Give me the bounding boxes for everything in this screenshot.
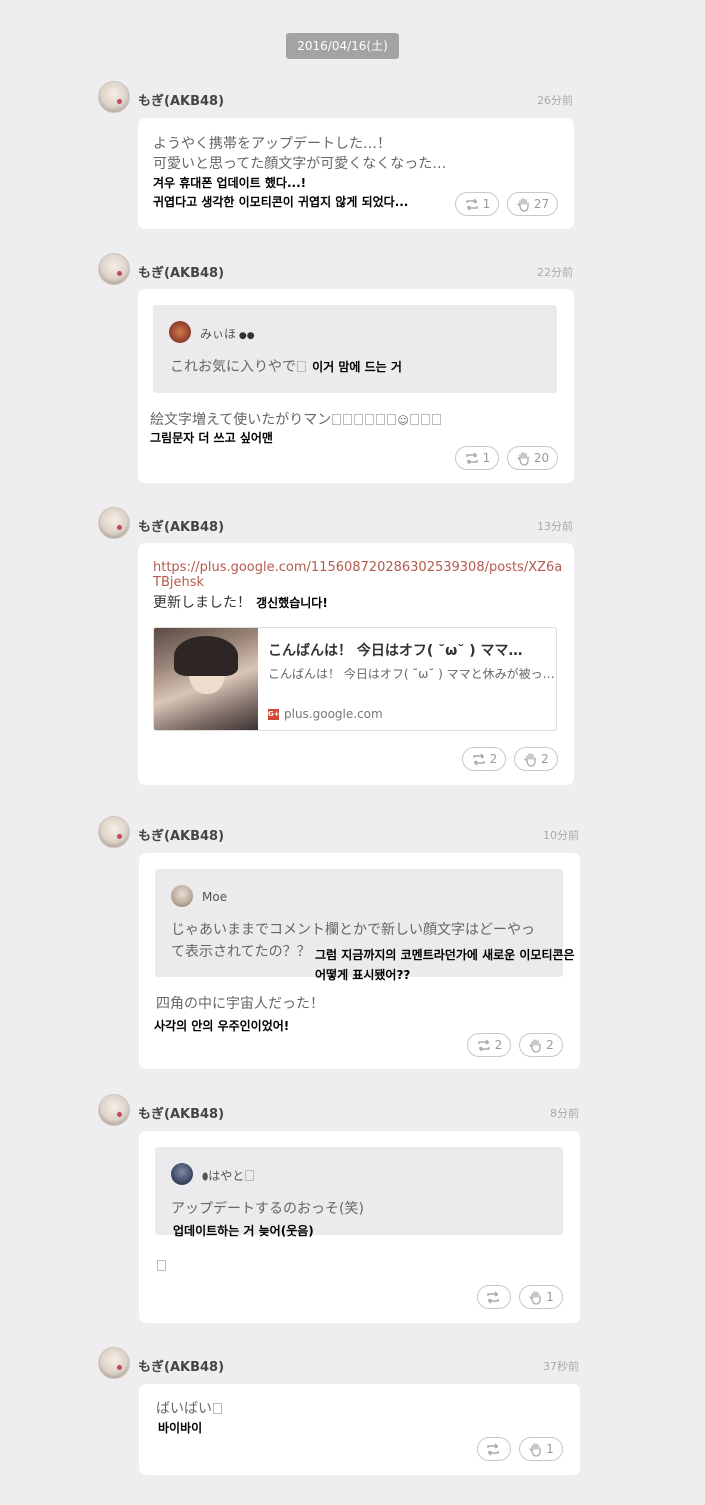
translation-kr: 사각의 안의 우주인이었어! [154,1019,290,1033]
hand-icon [529,1038,541,1053]
translation-kr: 업데이트하는 거 늦어(웃음) [173,1224,314,1238]
hand-icon [524,752,536,767]
retweet-icon [486,1443,499,1455]
missing-glyph-icon [245,1170,255,1181]
username[interactable]: もぎ(AKB48) [138,516,224,535]
post-link[interactable]: https://plus.google.com/1156087202863025… [153,560,563,590]
hand-icon [529,1442,541,1457]
retweet-icon [486,1291,499,1303]
avatar[interactable] [98,81,130,113]
avatar[interactable] [98,816,130,848]
like-button[interactable]: 2 [519,1033,563,1057]
preview-image [154,628,258,730]
timestamp: 10分前 [543,829,579,842]
quote-username[interactable]: Moe [202,890,227,904]
post-card: https://plus.google.com/1156087202863025… [138,543,574,785]
missing-glyph-icon [297,361,306,372]
post-text-jp: ばいばい [156,1401,212,1417]
like-count: 27 [533,197,550,211]
retweet-button[interactable] [477,1437,511,1461]
post-card: みぃほ ●● これお気に入りやで 이거 맘에 드는 거 絵文字増えて使いたがりマ… [138,289,574,483]
retweet-count: 1 [482,451,491,465]
username[interactable]: もぎ(AKB48) [138,1356,224,1375]
preview-description: こんばんは！ 今日はオフ( ˘ω˘ ) ママと休みが被っ… [268,667,555,681]
missing-glyph-icon [157,1260,166,1271]
translation-kr: 그림문자 더 쓰고 싶어맨 [150,431,273,445]
post-text-jp: 更新しました！ [153,595,251,611]
post-text-jp: 四角の中に宇宙人だった！ [156,996,324,1012]
username[interactable]: もぎ(AKB48) [138,1103,224,1122]
quote-avatar[interactable] [171,885,193,907]
avatar[interactable] [98,507,130,539]
retweet-icon [465,452,478,464]
timestamp: 37秒前 [543,1360,579,1373]
like-button[interactable]: 1 [519,1437,563,1461]
quote-username[interactable]: ⬮はやと [202,1167,255,1184]
quote-avatar[interactable] [171,1163,193,1185]
retweet-button[interactable]: 2 [462,747,506,771]
quote-text-jp: アップデートするのおっそ(笑) [171,1201,364,1217]
timestamp: 22分前 [537,266,573,279]
avatar[interactable] [98,253,130,285]
date-separator: 2016/04/16(土) [286,33,399,59]
hand-icon [517,197,529,212]
avatar[interactable] [98,1347,130,1379]
like-count: 20 [533,451,550,465]
translation-kr: 바이바이 [158,1421,203,1435]
post-card: ⬮はやと アップデートするのおっそ(笑) 업데이트하는 거 늦어(웃음) 1 [139,1131,580,1323]
hand-icon [517,451,529,466]
like-button[interactable]: 1 [519,1285,563,1309]
eyes-emoji-icon: ●● [236,331,255,341]
hand-icon [529,1290,541,1305]
quote-text-jp: て表示されてたの？？ [171,944,311,960]
post-text-jp: 可愛いと思ってた顔文字が可愛くなくなった… [153,156,447,172]
preview-title: こんばんは！ 今日はオフ( ˘ω˘ ) ママ… [268,643,523,659]
google-plus-icon: G+ [268,709,280,720]
post-card: Moe じゃあいままでコメント欄とかで新しい顔文字はどーやっ て表示されてたの？… [139,853,580,1069]
retweet-button[interactable] [477,1285,511,1309]
like-button[interactable]: 2 [514,747,558,771]
preview-domain: plus.google.com [284,707,383,721]
quoted-comment: みぃほ ●● これお気に入りやで 이거 맘에 드는 거 [153,305,557,393]
emoji-glyphs: ☺ [331,409,441,428]
post-text-jp: 絵文字増えて使いたがりマン [150,412,332,428]
translation-kr: 귀엽다고 생각한 이모티콘이 귀엽지 않게 되었다... [153,195,409,209]
translation-kr: 그럼 지금까지의 코멘트라던가에 새로운 이모티콘은 [315,948,575,962]
username[interactable]: もぎ(AKB48) [138,262,224,281]
retweet-icon [472,753,485,765]
post-text-jp: ようやく携帯をアップデートした…！ [153,136,391,152]
translation-kr: 겨우 휴대폰 업데이트 했다...! [153,176,307,190]
translation-kr: 갱신했습니다! [256,596,328,610]
like-count: 1 [546,1290,554,1304]
retweet-button[interactable]: 2 [467,1033,511,1057]
translation-kr: 이거 맘에 드는 거 [312,360,402,374]
like-count: 2 [541,752,549,766]
quote-text-jp: これお気に入りやで [170,359,296,375]
like-count: 2 [546,1038,554,1052]
like-button[interactable]: 27 [507,192,558,216]
avatar[interactable] [98,1094,130,1126]
quote-text-jp: じゃあいままでコメント欄とかで新しい顔文字はどーやっ [171,922,535,938]
quote-username[interactable]: みぃほ ●● [200,325,255,342]
retweet-button[interactable]: 1 [455,446,499,470]
post-card: ばいばい 바이바이 1 [139,1384,580,1475]
username[interactable]: もぎ(AKB48) [138,825,224,844]
timestamp: 13分前 [537,520,573,533]
retweet-icon [477,1039,490,1051]
translation-kr: 어떻게 표시됐어?? [315,968,411,982]
missing-glyph-icon [213,1403,222,1414]
timestamp: 26分前 [537,94,573,107]
timestamp: 8分前 [550,1107,579,1120]
retweet-icon [465,198,478,210]
quote-avatar[interactable] [169,321,191,343]
like-button[interactable]: 20 [507,446,558,470]
post-card: ようやく携帯をアップデートした…！ 可愛いと思ってた顔文字が可愛くなくなった… … [138,118,574,229]
retweet-count: 1 [482,197,491,211]
retweet-count: 2 [489,752,498,766]
link-preview-card[interactable]: こんばんは！ 今日はオフ( ˘ω˘ ) ママ… こんばんは！ 今日はオフ( ˘ω… [153,627,557,731]
like-count: 1 [546,1442,554,1456]
username[interactable]: もぎ(AKB48) [138,90,224,109]
retweet-count: 2 [494,1038,503,1052]
retweet-button[interactable]: 1 [455,192,499,216]
